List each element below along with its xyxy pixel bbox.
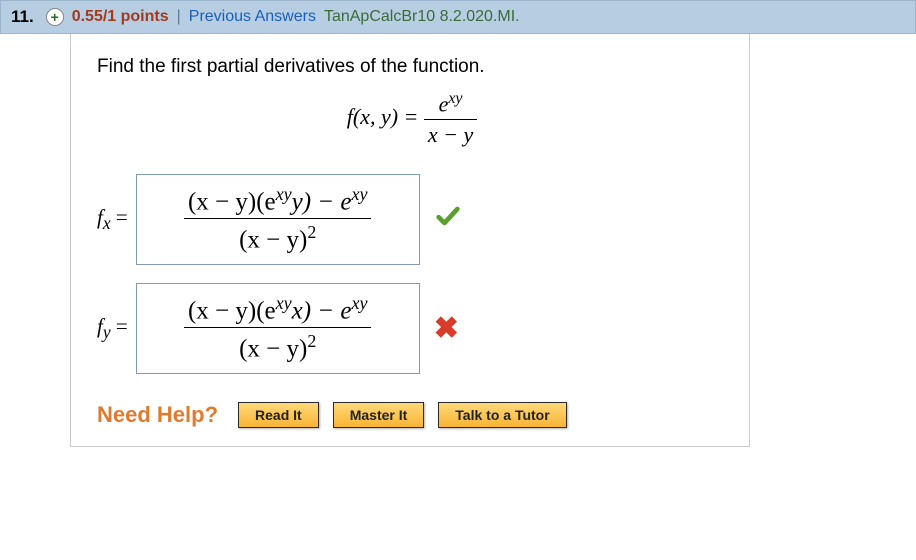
checkmark-icon	[434, 202, 462, 237]
answer-row-fy: fy = (x − y)(exyx) − exy (x − y)2 ✖	[97, 283, 727, 374]
question-body: Find the first partial derivatives of th…	[70, 34, 750, 447]
need-help-label: Need Help?	[97, 402, 218, 428]
talk-to-tutor-button[interactable]: Talk to a Tutor	[438, 402, 566, 428]
separator: |	[177, 8, 181, 26]
previous-answers-link[interactable]: Previous Answers	[189, 8, 316, 26]
answer-row-fx: fx = (x − y)(exyy) − exy (x − y)2	[97, 174, 727, 265]
question-number: 11.	[11, 7, 34, 27]
x-mark-icon: ✖	[434, 311, 459, 346]
function-lhs: f(x, y) =	[347, 104, 424, 129]
read-it-button[interactable]: Read It	[238, 402, 319, 428]
book-reference: TanApCalcBr10 8.2.020.MI.	[324, 8, 520, 26]
question-header: 11. + 0.55/1 points | Previous Answers T…	[0, 0, 916, 34]
fy-label: fy =	[97, 314, 128, 343]
fx-label: fx =	[97, 205, 128, 234]
question-prompt: Find the first partial derivatives of th…	[97, 56, 727, 78]
points-display: 0.55/1 points	[72, 8, 169, 26]
master-it-button[interactable]: Master It	[333, 402, 425, 428]
question-container: 11. + 0.55/1 points | Previous Answers T…	[0, 0, 916, 447]
fy-answer-box[interactable]: (x − y)(exyx) − exy (x − y)2	[136, 283, 420, 374]
fx-answer-box[interactable]: (x − y)(exyy) − exy (x − y)2	[136, 174, 420, 265]
function-definition: f(x, y) = exy x − y	[97, 90, 727, 148]
expand-icon[interactable]: +	[46, 8, 64, 26]
need-help-row: Need Help? Read It Master It Talk to a T…	[97, 402, 727, 428]
